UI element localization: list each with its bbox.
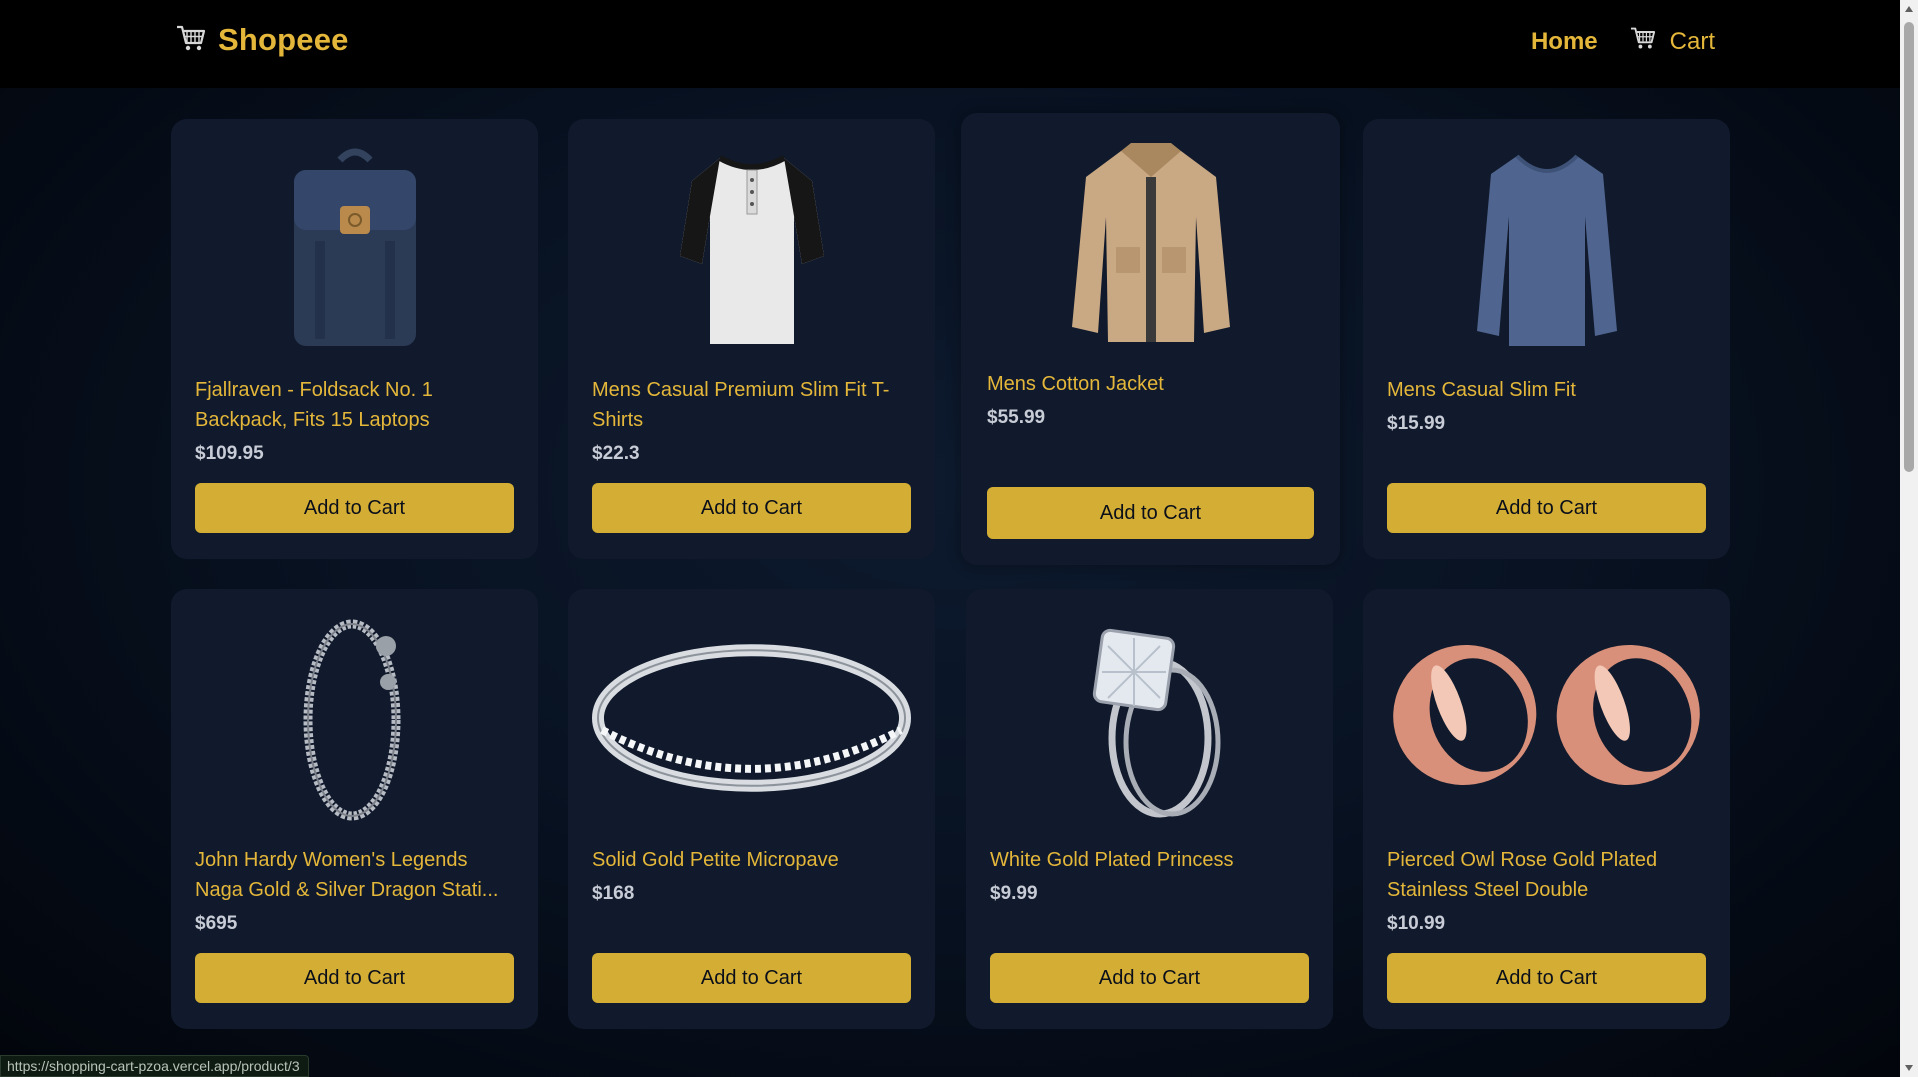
product-card[interactable]: Solid Gold Petite Micropave $168 Add to … — [568, 589, 935, 1029]
product-card[interactable]: White Gold Plated Princess $9.99 Add to … — [966, 589, 1333, 1029]
scroll-up-arrow-icon[interactable] — [1905, 6, 1913, 12]
nav-cart-link[interactable]: Cart — [1630, 26, 1715, 57]
add-to-cart-button[interactable]: Add to Cart — [195, 953, 514, 1003]
main-nav: Home Cart — [1531, 26, 1715, 57]
product-price: $10.99 — [1387, 913, 1446, 934]
add-to-cart-button[interactable]: Add to Cart — [592, 483, 911, 533]
product-title[interactable]: Pierced Owl Rose Gold Plated Stainless S… — [1387, 845, 1706, 905]
product-image-backpack[interactable] — [195, 143, 514, 353]
brand[interactable]: Shopeee — [176, 22, 349, 58]
product-card[interactable]: Mens Casual Premium Slim Fit T-Shirts $2… — [568, 119, 935, 559]
product-price: $695 — [195, 913, 238, 934]
scrollbar-thumb[interactable] — [1904, 22, 1914, 472]
product-card[interactable]: Mens Cotton Jacket $55.99 Add to Cart — [961, 113, 1340, 565]
product-image-tunnels[interactable] — [1387, 613, 1706, 823]
cart-icon — [1630, 26, 1656, 57]
top-navbar: Shopeee Home Cart — [0, 0, 1900, 88]
product-image-ring-band[interactable] — [592, 613, 911, 823]
scroll-down-arrow-icon[interactable] — [1905, 1065, 1913, 1071]
product-price: $9.99 — [990, 883, 1038, 904]
product-title[interactable]: Mens Casual Premium Slim Fit T-Shirts — [592, 375, 911, 435]
brand-name: Shopeee — [218, 22, 349, 57]
product-card[interactable]: John Hardy Women's Legends Naga Gold & S… — [171, 589, 538, 1029]
nav-home-link[interactable]: Home — [1531, 28, 1598, 56]
product-card[interactable]: Mens Casual Slim Fit $15.99 Add to Cart — [1363, 119, 1730, 559]
add-to-cart-button[interactable]: Add to Cart — [990, 953, 1309, 1003]
status-url: https://shopping-cart-pzoa.vercel.app/pr… — [0, 1055, 309, 1077]
product-image-ring-princess[interactable] — [990, 613, 1309, 823]
nav-cart-label: Cart — [1669, 27, 1715, 55]
product-price: $168 — [592, 883, 635, 904]
product-grid: Fjallraven - Foldsack No. 1 Backpack, Fi… — [171, 113, 1732, 1039]
add-to-cart-button[interactable]: Add to Cart — [1387, 953, 1706, 1003]
product-price: $55.99 — [987, 407, 1046, 428]
add-to-cart-button[interactable]: Add to Cart — [592, 953, 911, 1003]
product-image-tshirt[interactable] — [592, 143, 911, 353]
product-price: $109.95 — [195, 443, 264, 464]
add-to-cart-button[interactable]: Add to Cart — [195, 483, 514, 533]
product-card[interactable]: Fjallraven - Foldsack No. 1 Backpack, Fi… — [171, 119, 538, 559]
product-card[interactable]: Pierced Owl Rose Gold Plated Stainless S… — [1363, 589, 1730, 1029]
product-title[interactable]: John Hardy Women's Legends Naga Gold & S… — [195, 845, 514, 905]
cart-icon — [176, 24, 206, 57]
product-price: $15.99 — [1387, 413, 1446, 434]
product-image-jacket[interactable] — [987, 137, 1314, 347]
product-image-bracelet[interactable] — [195, 613, 514, 823]
vertical-scrollbar[interactable] — [1900, 0, 1918, 1077]
product-image-longsleeve[interactable] — [1387, 143, 1706, 353]
add-to-cart-button[interactable]: Add to Cart — [1387, 483, 1706, 533]
add-to-cart-button[interactable]: Add to Cart — [987, 487, 1314, 539]
product-price: $22.3 — [592, 443, 640, 464]
product-title[interactable]: Fjallraven - Foldsack No. 1 Backpack, Fi… — [195, 375, 514, 435]
